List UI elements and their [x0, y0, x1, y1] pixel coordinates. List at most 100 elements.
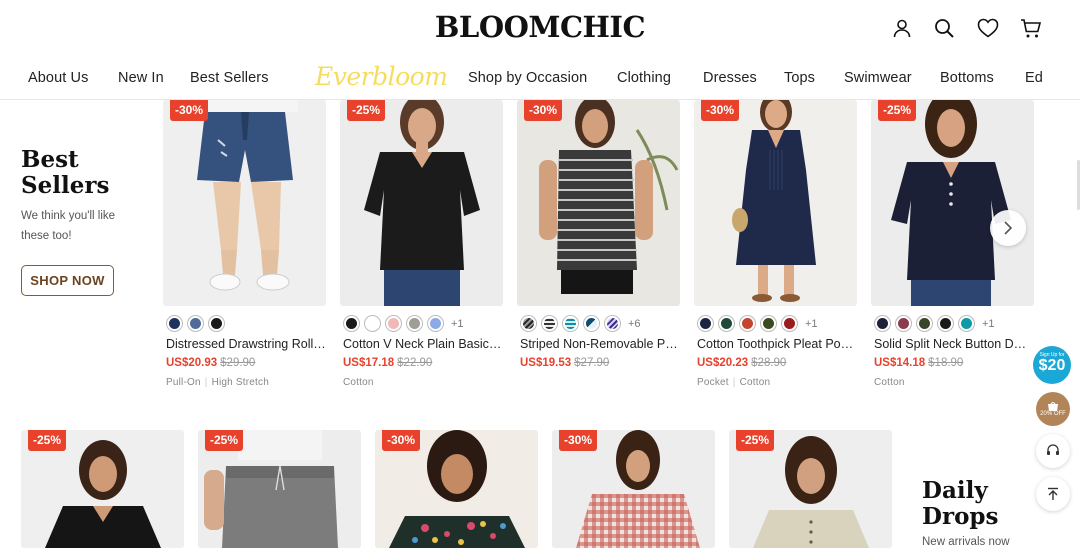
product-image-dress[interactable]: -30% [694, 100, 857, 306]
swatch[interactable] [407, 316, 422, 331]
price-row: US$17.18 $22.90 [343, 357, 432, 369]
original-price: $27.90 [574, 357, 610, 369]
product-image-blouse[interactable]: -25% [871, 100, 1034, 306]
product-card-row2[interactable]: -25% [729, 430, 892, 548]
discount-badge: -25% [205, 430, 244, 451]
best-sellers-title-line2: Sellers [21, 172, 110, 199]
swatch[interactable] [428, 316, 443, 331]
product-name[interactable]: Distressed Drawstring Roll Hem Denim Sho… [166, 337, 326, 351]
product-card[interactable]: -30% Distressed Drawstring Roll Hem Deni… [163, 100, 326, 388]
product-name[interactable]: Striped Non-Removable Padding Tankini To… [520, 337, 680, 351]
signup-amount: $20 [1038, 357, 1066, 374]
product-image-tshirt[interactable]: -25% [340, 100, 503, 306]
price-row: US$20.23 $28.90 [697, 357, 786, 369]
swatch[interactable] [209, 316, 224, 331]
swatch[interactable] [605, 316, 620, 331]
main-nav: About Us New In Best Sellers Shop by Occ… [0, 70, 1080, 92]
discount-badge: -30% [559, 430, 598, 451]
product-card[interactable]: -25% +1 Solid Split Neck Button Detail B… [871, 100, 1034, 388]
swatch[interactable] [875, 316, 890, 331]
coupon-label: 20% OFF [1040, 411, 1066, 417]
swatch[interactable] [938, 316, 953, 331]
nav-tops[interactable]: Tops [784, 70, 815, 86]
sale-price: US$19.53 [520, 357, 572, 369]
product-tags: Cotton [874, 377, 905, 388]
back-to-top-button[interactable] [1036, 477, 1070, 511]
product-image-tankini[interactable]: -30% [517, 100, 680, 306]
color-swatches: +1 [698, 316, 818, 331]
nav-clothing[interactable]: Clothing [617, 70, 671, 86]
product-card-row2[interactable]: -30% [375, 430, 538, 548]
swatch[interactable] [959, 316, 974, 331]
swatch[interactable] [521, 316, 536, 331]
color-swatches: +1 [344, 316, 464, 331]
signup-coupon-button[interactable]: Sign Up for $20 [1033, 346, 1071, 384]
more-colors[interactable]: +1 [805, 318, 818, 330]
swatch[interactable] [896, 316, 911, 331]
product-card-row2[interactable]: -30% [552, 430, 715, 548]
product-name[interactable]: Solid Split Neck Button Detail Blouse [874, 337, 1032, 351]
nav-swimwear[interactable]: Swimwear [844, 70, 912, 86]
sale-price: US$17.18 [343, 357, 395, 369]
swatch[interactable] [563, 316, 578, 331]
brand-logo[interactable]: BLOOMCHIC [0, 10, 1080, 44]
swatch[interactable] [188, 316, 203, 331]
daily-drops-subtitle: New arrivals now [922, 536, 1010, 548]
nav-bottoms[interactable]: Bottoms [940, 70, 994, 86]
product-card[interactable]: -25% +1 Cotton V Neck Plain Basic T-shir… [340, 100, 503, 388]
swatch[interactable] [365, 316, 380, 331]
original-price: $29.90 [220, 357, 256, 369]
swatch[interactable] [584, 316, 599, 331]
product-tags: Cotton [343, 377, 374, 388]
chevron-right-icon [1004, 221, 1013, 235]
swatch[interactable] [542, 316, 557, 331]
more-colors[interactable]: +1 [451, 318, 464, 330]
swatch[interactable] [698, 316, 713, 331]
swatch[interactable] [761, 316, 776, 331]
more-colors[interactable]: +6 [628, 318, 641, 330]
more-colors[interactable]: +1 [982, 318, 995, 330]
original-price: $28.90 [751, 357, 787, 369]
wishlist-heart-icon[interactable] [976, 16, 1000, 40]
swatch[interactable] [386, 316, 401, 331]
account-icon[interactable] [890, 16, 914, 40]
daily-drops-title-line2: Drops [922, 503, 999, 530]
carousel-next-button[interactable] [990, 210, 1026, 246]
color-swatches: +6 [521, 316, 641, 331]
discount-badge: -30% [170, 100, 209, 121]
product-card-row2[interactable]: -25% [21, 430, 184, 548]
nav-best-sellers[interactable]: Best Sellers [190, 70, 269, 86]
best-sellers-subtitle: We think you'll like these too! [21, 210, 116, 242]
swatch[interactable] [719, 316, 734, 331]
tag: Pocket [697, 377, 729, 388]
swatch[interactable] [344, 316, 359, 331]
price-row: US$19.53 $27.90 [520, 357, 609, 369]
tag-separator: | [732, 377, 736, 388]
product-card[interactable]: -30% +6 Striped Non-Removable Padding Ta… [517, 100, 680, 369]
nav-truncated-item[interactable]: Ed [1025, 70, 1043, 86]
tag-separator: | [204, 377, 208, 388]
cart-icon[interactable] [1019, 16, 1043, 40]
product-name[interactable]: Cotton V Neck Plain Basic T-shirt [343, 337, 503, 351]
customer-service-button[interactable] [1036, 434, 1070, 468]
original-price: $18.90 [928, 357, 964, 369]
nav-shop-by-occasion[interactable]: Shop by Occasion [468, 70, 587, 86]
product-name[interactable]: Cotton Toothpick Pleat Pocket Midi Dress [697, 337, 857, 351]
nav-new-in[interactable]: New In [118, 70, 164, 86]
tag: High Stretch [211, 377, 269, 388]
product-card-row2[interactable]: -25% [198, 430, 361, 548]
nav-dresses[interactable]: Dresses [703, 70, 757, 86]
product-card[interactable]: -30% +1 Cotton Toothpick Pleat Pocket Mi… [694, 100, 857, 388]
swatch[interactable] [917, 316, 932, 331]
shop-now-button[interactable]: SHOP NOW [21, 265, 114, 296]
nav-about-us[interactable]: About Us [28, 70, 88, 86]
discount-badge: -30% [382, 430, 421, 451]
product-image-shorts[interactable]: -30% [163, 100, 326, 306]
swatch[interactable] [167, 316, 182, 331]
search-icon[interactable] [932, 16, 956, 40]
swatch[interactable] [740, 316, 755, 331]
sale-price: US$20.93 [166, 357, 218, 369]
everbloom-link[interactable]: Everbloom [315, 62, 448, 91]
swatch[interactable] [782, 316, 797, 331]
discount-coupon-button[interactable]: 20% OFF [1036, 392, 1070, 426]
